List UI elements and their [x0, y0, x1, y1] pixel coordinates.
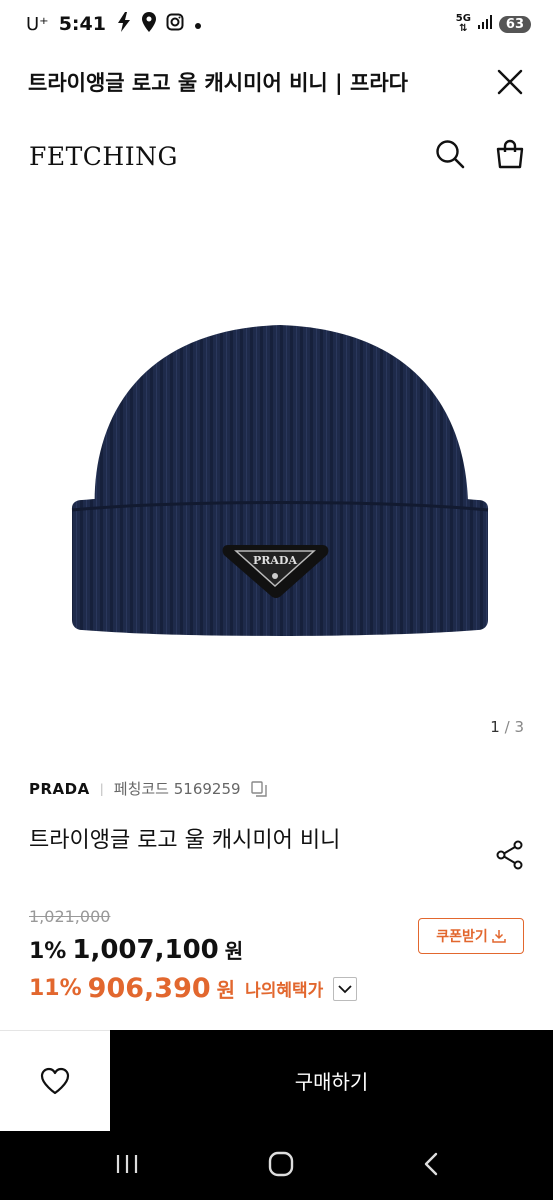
download-icon — [492, 930, 506, 943]
fetching-code: 페칭코드 5169259 — [113, 780, 241, 798]
plaque-text: PRADA — [253, 554, 297, 567]
benefit-currency: 원 — [216, 978, 236, 1002]
webview-title-bar: 트라이앵글 로고 울 캐시미어 비니 | 프라다 — [0, 56, 553, 108]
product-image[interactable]: PRADA — [60, 300, 500, 645]
header-actions — [435, 139, 525, 173]
battery-indicator: 63 — [498, 15, 531, 33]
system-nav-bar — [0, 1131, 553, 1200]
carrier-label: U⁺ — [26, 13, 49, 35]
instagram-icon — [166, 13, 184, 36]
shopping-bag-icon[interactable] — [495, 139, 525, 173]
bottom-buy-bar: 구매하기 — [0, 1030, 553, 1131]
discount-rate: 1% — [29, 939, 67, 964]
status-bar: U⁺ 5:41 5G ⇅ 63 — [0, 0, 553, 48]
bolt-icon — [116, 11, 132, 37]
wifi-icon: ⇅ — [459, 23, 468, 34]
close-icon — [497, 69, 523, 95]
share-button[interactable] — [496, 840, 524, 870]
chevron-down-icon — [338, 984, 352, 993]
benefit-price: 906,390 — [87, 973, 211, 1004]
home-icon[interactable] — [268, 1151, 294, 1181]
pager-current: 1 — [490, 718, 500, 736]
pager-separator: / — [504, 718, 510, 736]
status-right: 5G ⇅ 63 — [456, 14, 531, 34]
benefit-label: 나의혜택가 — [245, 981, 324, 1001]
coupon-label: 쿠폰받기 — [436, 929, 488, 945]
copy-icon[interactable] — [250, 780, 267, 797]
original-price: 1,021,000 — [29, 907, 111, 926]
buy-button[interactable]: 구매하기 — [110, 1030, 553, 1131]
share-icon — [496, 840, 523, 870]
benefit-rate: 11% — [29, 976, 82, 1001]
store-logo[interactable]: FETCHING — [29, 142, 178, 171]
product-name: 트라이앵글 로고 울 캐시미어 비니 — [29, 828, 341, 853]
pager-total: 3 — [514, 718, 524, 736]
sale-price: 1,007,100 — [72, 935, 219, 965]
currency-label: 원 — [224, 939, 244, 963]
search-icon[interactable] — [435, 139, 465, 173]
gallery-pager: 1 / 3 — [490, 718, 524, 736]
dot-icon — [194, 13, 202, 35]
wishlist-button[interactable] — [0, 1030, 110, 1131]
page-title: 트라이앵글 로고 울 캐시미어 비니 | 프라다 — [28, 71, 408, 95]
recent-apps-icon[interactable] — [115, 1153, 139, 1179]
close-button[interactable] — [495, 67, 525, 97]
benefit-price-row: 11% 906,390 원 나의혜택가 — [29, 973, 358, 1004]
back-icon[interactable] — [423, 1152, 439, 1180]
heart-icon — [40, 1067, 70, 1095]
brand-separator: | — [99, 781, 104, 796]
signal-icon — [477, 14, 493, 34]
coupon-button[interactable]: 쿠폰받기 — [418, 918, 524, 954]
price-row: 1% 1,007,100 원 — [29, 935, 243, 965]
brand-row: PRADA | 페칭코드 5169259 — [29, 778, 267, 799]
network-indicator: 5G ⇅ — [455, 13, 471, 34]
store-header: FETCHING — [0, 130, 553, 182]
clock: 5:41 — [58, 13, 106, 35]
location-icon — [141, 11, 156, 37]
benefit-dropdown-button[interactable] — [333, 976, 358, 1001]
status-left: U⁺ 5:41 — [26, 11, 202, 37]
brand-link[interactable]: PRADA — [29, 780, 90, 798]
